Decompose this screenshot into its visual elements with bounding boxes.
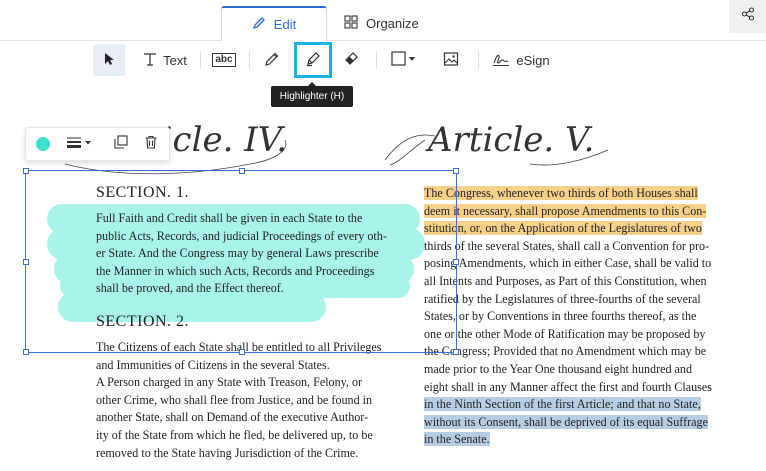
mode-tabs: Edit Organize (0, 0, 766, 41)
color-picker-button[interactable] (30, 132, 56, 156)
text-line: the Congress; Provided that no Amendment… (424, 344, 707, 359)
eraser-icon (344, 51, 360, 70)
trash-icon (144, 135, 158, 154)
highlighter-tool[interactable] (294, 42, 332, 78)
rectangle-icon (391, 50, 417, 70)
toolbar-divider (376, 51, 377, 69)
resize-handle-bottom-left[interactable] (23, 349, 29, 355)
highlighter-icon (305, 50, 322, 70)
text-line: States, or by Conventions in three fourt… (424, 309, 697, 324)
article-5-title: Article. V. (428, 120, 595, 160)
image-tool[interactable] (437, 44, 465, 76)
text-line: thirds of the several States, shall call… (424, 238, 710, 253)
share-icon (741, 7, 755, 26)
text-line: made prior to the Year One thousand eigh… (424, 361, 693, 376)
highlighted-line: stitution, or, on the Application of the… (424, 221, 702, 236)
esign-tool[interactable]: eSign (491, 44, 551, 76)
select-tool[interactable] (93, 44, 125, 76)
text-icon (143, 52, 157, 69)
text-line: ity of the State from which he fled, be … (96, 427, 373, 442)
text-line: posing Amendments, which in either Case,… (424, 256, 712, 271)
text-line: removed to the State having Jurisdiction… (96, 445, 359, 460)
resize-handle-right[interactable] (453, 259, 459, 265)
pencil-tool[interactable] (258, 44, 286, 76)
pencil-icon (252, 16, 266, 33)
signature-icon (492, 51, 510, 70)
text-line: one or the other Mode of Ratification ma… (424, 326, 706, 341)
section-2-text: The Citizens of each State shall be enti… (96, 339, 426, 462)
highlighted-line: in the Senate. (424, 432, 490, 447)
text-line: all Intents and Purposes, as Part of thi… (424, 273, 707, 288)
grid-icon (344, 14, 358, 32)
toolbar-divider (478, 51, 479, 69)
tab-edit-label: Edit (273, 17, 297, 32)
line-weight-icon (65, 135, 95, 154)
resize-handle-top[interactable] (239, 168, 245, 174)
esign-label: eSign (516, 52, 550, 68)
highlighted-line: without its Consent, shall be deprived o… (424, 414, 708, 429)
delete-button[interactable] (138, 132, 164, 156)
duplicate-icon (114, 134, 128, 154)
text-line: A Person charged in any State with Treas… (96, 375, 363, 390)
tab-organize[interactable]: Organize (344, 6, 434, 40)
resize-handle-top-right[interactable] (453, 168, 459, 174)
share-button[interactable] (729, 0, 766, 33)
text-line: another State, shall on Demand of the ex… (96, 410, 369, 425)
highlighted-line: deem it necessary, shall propose Amendme… (424, 203, 707, 218)
tab-organize-label: Organize (366, 15, 419, 31)
text-tool[interactable]: Text (137, 44, 193, 76)
resize-handle-bottom-right[interactable] (453, 349, 459, 355)
eraser-tool[interactable] (338, 44, 366, 76)
ocr-tool[interactable]: abc (209, 44, 239, 76)
tab-edit[interactable]: Edit (221, 6, 327, 41)
highlighted-line: in the Ninth Section of the first Articl… (424, 397, 701, 412)
text-tool-label: Text (163, 52, 187, 68)
text-line: eight shall in any Manner affect the fir… (424, 379, 712, 394)
duplicate-button[interactable] (108, 132, 134, 156)
resize-handle-bottom[interactable] (239, 349, 245, 355)
pointer-icon (102, 52, 116, 69)
color-dot-icon (36, 137, 50, 151)
annotation-context-menu (25, 127, 170, 161)
line-weight-button[interactable] (60, 132, 100, 156)
image-icon (443, 51, 459, 70)
shape-tool[interactable] (386, 44, 422, 76)
edit-toolbar: Text abc eSign (0, 41, 766, 79)
text-line: and Immunities of Citizens in the severa… (96, 357, 330, 372)
resize-handle-top-left[interactable] (23, 168, 29, 174)
toolbar-divider (200, 51, 201, 69)
resize-handle-left[interactable] (23, 259, 29, 265)
text-line: ratified by the Legislatures of three-fo… (424, 291, 701, 306)
text-line: other Crime, who shall flee from Justice… (96, 392, 373, 407)
highlighted-line: The Congress, whenever two thirds of bot… (424, 186, 698, 200)
article-5-text: The Congress, whenever two thirds of bot… (424, 185, 730, 449)
ocr-icon: abc (212, 53, 236, 67)
toolbar-divider (249, 51, 250, 69)
pencil-icon (264, 51, 280, 70)
selection-box[interactable] (23, 168, 459, 355)
